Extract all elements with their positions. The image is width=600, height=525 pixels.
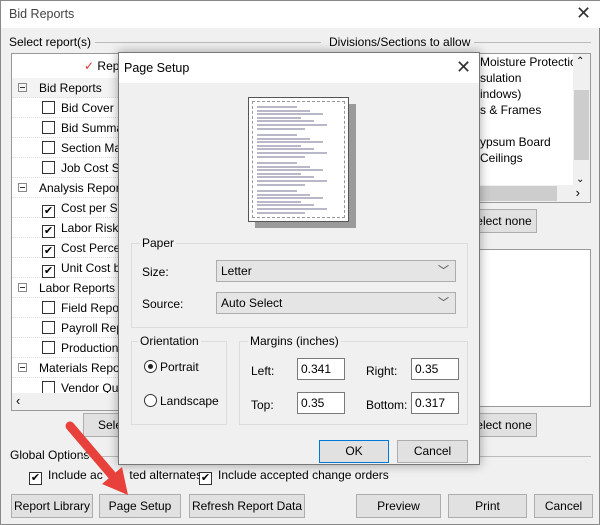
arrow-shaft <box>65 421 121 485</box>
annotation-arrow <box>65 421 128 495</box>
